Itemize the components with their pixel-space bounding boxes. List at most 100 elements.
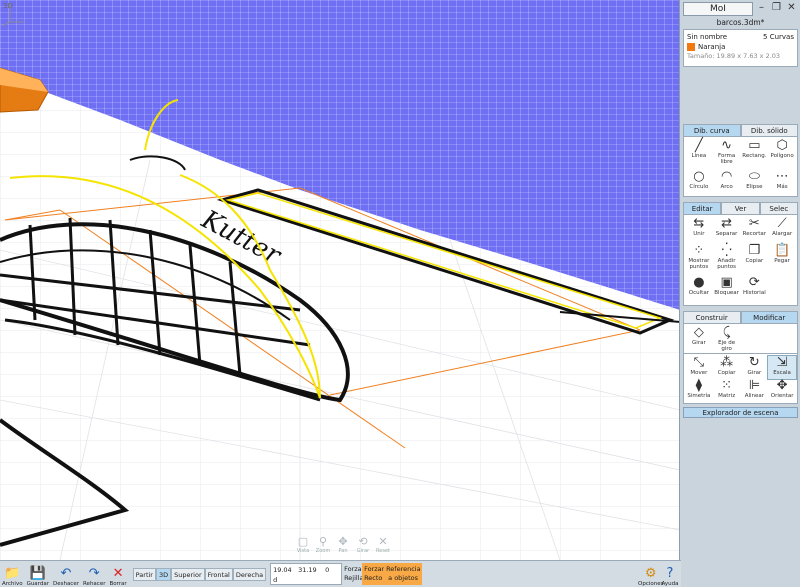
tool-trim[interactable]: ✂ Recortar <box>741 217 769 244</box>
viewport-canvas[interactable]: Kutter <box>0 0 680 560</box>
view-3d-button[interactable]: 3D <box>155 568 172 581</box>
minimize-icon[interactable]: – <box>755 2 768 15</box>
tool-orient[interactable]: ✥ Orientar <box>768 378 796 402</box>
array-icon: ⁙ <box>721 377 733 393</box>
object-size: Tamaño: 19.89 x 7.63 x 2.03 <box>687 52 781 60</box>
add-points-icon: ⁛ <box>721 242 732 258</box>
tool-copy-transform[interactable]: ⁂ Copiar <box>713 356 741 379</box>
tool-label: Alinear <box>744 392 765 399</box>
side-panel: MoI – ❐ ✕ barcos.3dm* Sin nombre 5 Curva… <box>681 0 800 587</box>
transform-top-tools: ◇ Girar ⤹ Eje de giro <box>683 324 798 354</box>
tool-rotate[interactable]: ◇ Girar <box>685 326 713 352</box>
view-top-button[interactable]: Superior <box>171 568 205 581</box>
save-button[interactable]: 💾 Guardar <box>25 561 51 587</box>
view-tool-pan[interactable]: ✥ Pan <box>334 535 352 557</box>
view-tool-reset[interactable]: ✕ Reset <box>374 535 392 557</box>
tool-label: Matriz <box>718 392 736 399</box>
view-tools: ▢ Vista ⚲ Zoom ✥ Pan ⟲ Girar ✕ Reset <box>294 535 392 557</box>
tool-show-points[interactable]: ⁘ Mostrar puntos <box>685 242 713 277</box>
view-tool-orbit[interactable]: ⟲ Girar <box>354 535 372 557</box>
freeform-icon: ∿ <box>721 138 733 153</box>
tool-label: Eje de giro <box>718 340 736 352</box>
tab-construct[interactable]: Construir <box>683 311 741 324</box>
tool-move[interactable]: ⤡ Mover <box>685 356 713 379</box>
snap-straight-toggle[interactable]: Forzar Recto <box>362 563 384 585</box>
tool-label: Elipse <box>746 183 763 190</box>
tool-history[interactable]: ⟳ Historial <box>741 276 769 303</box>
tool-label: Recortar <box>742 231 767 237</box>
tool-ellipse[interactable]: ⬭ Elipse <box>741 169 769 195</box>
tool-rotate-axis[interactable]: ⤹ Eje de giro <box>713 326 741 353</box>
tool-add-points[interactable]: ⁛ Añadir puntos <box>713 242 741 277</box>
tool-label: Más <box>776 183 788 190</box>
save-icon: 💾 <box>29 566 46 581</box>
layer-color-swatch <box>687 43 695 51</box>
tab-select[interactable]: Selec <box>759 202 798 215</box>
tool-label: Rectang. <box>742 153 767 159</box>
tab-draw-curve[interactable]: Dib. curva <box>683 124 741 137</box>
tab-draw-solid[interactable]: Dib. sólido <box>740 124 798 137</box>
snap-grid-toggle[interactable]: Forzar Rejilla <box>342 563 364 585</box>
tool-paste[interactable]: 📋 Pegar <box>768 243 796 277</box>
mirror-icon: ⧫ <box>695 377 703 393</box>
tool-scale[interactable]: ⇲ Escala <box>767 355 797 380</box>
hide-icon: ● <box>693 275 705 291</box>
tool-circle[interactable]: ○ Círculo <box>685 169 713 195</box>
coord-y: 31.19 <box>298 566 317 574</box>
tool-hide[interactable]: ● Ocultar <box>685 276 713 303</box>
close-icon[interactable]: ✕ <box>785 2 798 15</box>
draw-tabs: Dib. curva Dib. sólido <box>683 124 798 137</box>
draw-tools: ╱ Línea ∿ Forma libre ▭ Rectang. ⬡ Polígono ○ Cír… <box>683 137 798 197</box>
view-front-button[interactable]: Frontal <box>204 568 233 581</box>
tool-rectangle[interactable]: ▭ Rectang. <box>741 139 769 170</box>
tool-label: Copiar <box>717 370 736 376</box>
tool-rotate2[interactable]: ↻ Girar <box>741 356 769 379</box>
tool-line[interactable]: ╱ Línea <box>685 139 713 170</box>
view-right-button[interactable]: Derecha <box>232 568 267 581</box>
align-icon: ⊫ <box>748 377 761 393</box>
properties-box: Sin nombre 5 Curvas Naranja Tamaño: 19.8… <box>683 29 798 67</box>
coordinates-display[interactable]: 19.04 31.19 0 d <box>270 563 343 585</box>
scene-explorer-button[interactable]: Explorador de escena <box>683 407 798 418</box>
rotate-icon: ◇ <box>693 325 704 340</box>
redo-button[interactable]: ↷ Rehacer <box>81 561 107 587</box>
tool-arc[interactable]: ◠ Arco <box>713 169 741 195</box>
tool-array[interactable]: ⁙ Matriz <box>713 377 741 402</box>
tab-modify[interactable]: Modificar <box>740 311 798 324</box>
tool-label: Añadir puntos <box>717 257 737 270</box>
pan-icon: ✥ <box>338 535 348 548</box>
copy-transform-icon: ⁂ <box>720 355 734 370</box>
show-points-icon: ⁘ <box>693 242 705 258</box>
tool-freeform[interactable]: ∿ Forma libre <box>713 139 741 170</box>
tool-more[interactable]: ⋯ Más <box>768 169 796 195</box>
object-snap-toggle[interactable]: Referencia a objetos <box>384 563 423 585</box>
view-tool-frame[interactable]: ▢ Vista <box>294 535 312 557</box>
tab-edit[interactable]: Editar <box>683 202 722 215</box>
delete-button[interactable]: ✕ Borrar <box>107 561 128 587</box>
restore-icon[interactable]: ❐ <box>770 2 783 15</box>
tool-label: Línea <box>691 153 707 159</box>
view-split-button[interactable]: Partir <box>132 568 156 581</box>
tool-join[interactable]: ⇆ Unir <box>685 217 713 244</box>
tab-view[interactable]: Ver <box>721 202 760 215</box>
tool-label: Simetría <box>687 392 711 399</box>
tool-lock[interactable]: ▣ Bloquear <box>713 276 741 303</box>
tool-extend[interactable]: ⟋ Alargar <box>768 217 796 244</box>
folder-button[interactable]: 📁 Archivo <box>0 561 25 587</box>
view-tool-zoom[interactable]: ⚲ Zoom <box>314 535 332 557</box>
lock-icon: ▣ <box>720 275 733 291</box>
tool-copy[interactable]: ❐ Copiar <box>741 243 769 277</box>
tool-separate[interactable]: ⇄ Separar <box>713 217 741 244</box>
help-button[interactable]: ? Ayuda <box>660 561 680 587</box>
coord-d: d <box>273 576 278 584</box>
tool-label: Forma libre <box>718 153 736 165</box>
object-name[interactable]: Sin nombre <box>687 32 727 42</box>
3d-viewport[interactable]: Kutter 3D ▢ Vista ⚲ Zoom ✥ Pan ⟲ Girar ✕ Rese… <box>0 0 680 560</box>
tool-mirror[interactable]: ⧫ Simetría <box>685 377 713 402</box>
layer-selector[interactable]: Naranja <box>687 42 725 52</box>
undo-button[interactable]: ↶ Deshacer <box>51 561 81 587</box>
tool-label: Arco <box>720 183 733 190</box>
tool-polygon[interactable]: ⬡ Polígono <box>768 139 796 170</box>
app-title: MoI <box>683 1 753 16</box>
tool-align[interactable]: ⊫ Alinear <box>741 377 769 402</box>
